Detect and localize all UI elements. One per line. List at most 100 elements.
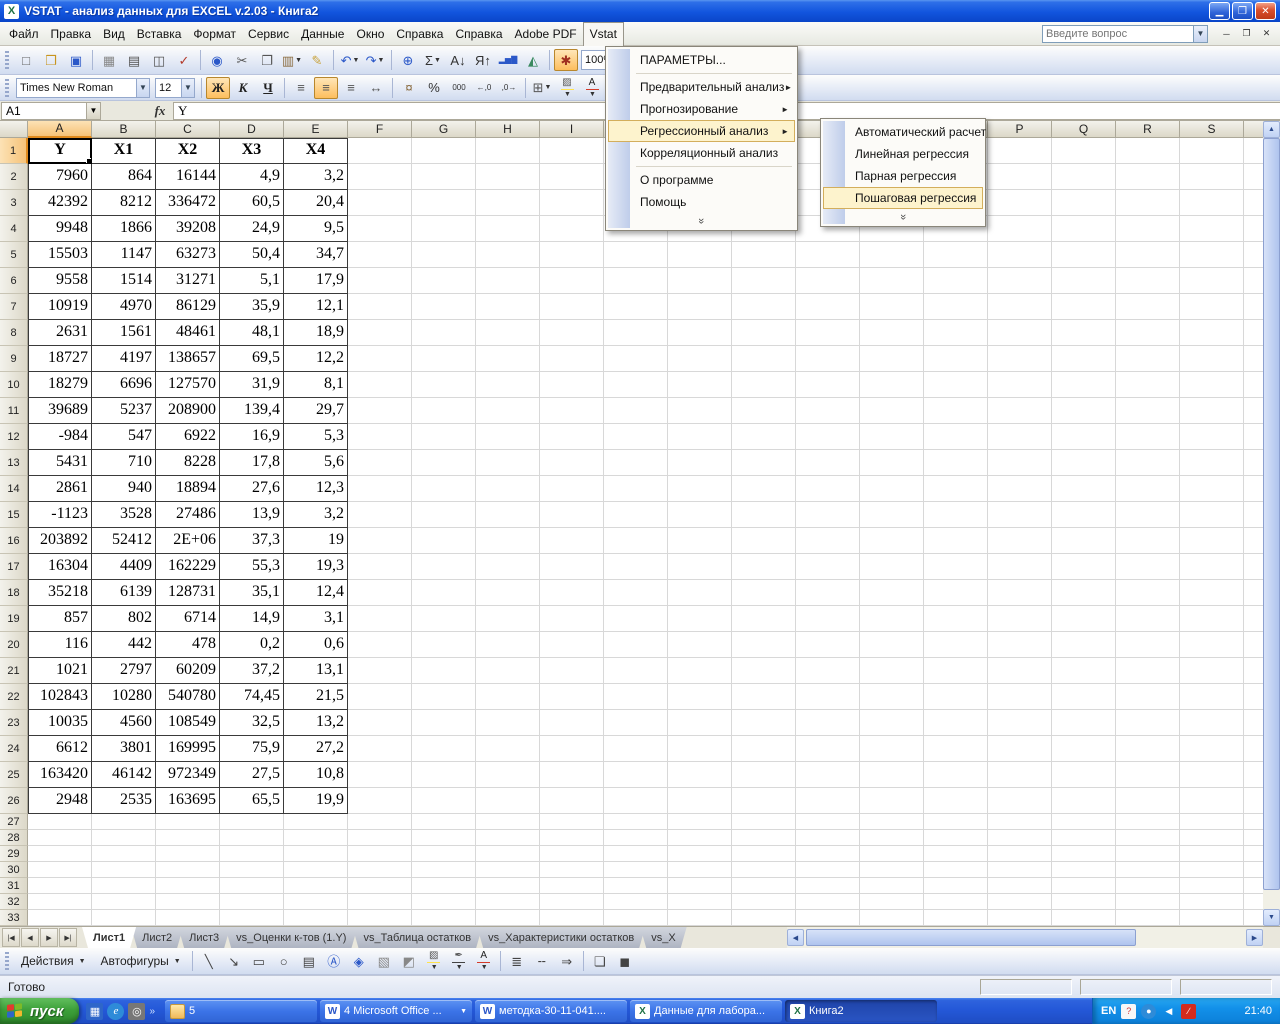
row-header-11[interactable]: 11 (0, 398, 28, 424)
column-header-P[interactable]: P (988, 121, 1052, 138)
cut-icon[interactable]: ✂ (230, 49, 254, 71)
row-header-3[interactable]: 3 (0, 190, 28, 216)
horizontal-scrollbar[interactable]: ◀ ▶ (787, 927, 1280, 948)
shadow-icon[interactable]: ❏ (588, 950, 612, 972)
cell-C20[interactable]: 478 (156, 632, 220, 658)
cell-E5[interactable]: 34,7 (284, 242, 348, 268)
cell-C22[interactable]: 540780 (156, 684, 220, 710)
cell-B17[interactable]: 4409 (92, 554, 156, 580)
cell-C11[interactable]: 208900 (156, 398, 220, 424)
cell-B12[interactable]: 547 (92, 424, 156, 450)
cell-D4[interactable]: 24,9 (220, 216, 284, 242)
cell-B11[interactable]: 5237 (92, 398, 156, 424)
sheet-tab-5[interactable]: vs_Таблица остатков (352, 927, 482, 948)
row-header-5[interactable]: 5 (0, 242, 28, 268)
cell-B22[interactable]: 10280 (92, 684, 156, 710)
cell-E18[interactable]: 12,4 (284, 580, 348, 606)
column-header-Q[interactable]: Q (1052, 121, 1116, 138)
row-header-14[interactable]: 14 (0, 476, 28, 502)
cell-C14[interactable]: 18894 (156, 476, 220, 502)
menubar-item-6[interactable]: Сервис (242, 23, 295, 45)
tray-collapse-icon[interactable]: ◀ (1161, 1004, 1176, 1019)
sheet-nav-first[interactable]: |◀ (2, 928, 20, 947)
toolbar-grip[interactable] (5, 952, 9, 970)
cell-B10[interactable]: 6696 (92, 372, 156, 398)
cell-D22[interactable]: 74,45 (220, 684, 284, 710)
column-header-H[interactable]: H (476, 121, 540, 138)
sheet-tab-6[interactable]: vs_Характеристики остатков (477, 927, 645, 948)
cell-A8[interactable]: 2631 (28, 320, 92, 346)
cell-B25[interactable]: 46142 (92, 762, 156, 788)
row-header-19[interactable]: 19 (0, 606, 28, 632)
cell-A23[interactable]: 10035 (28, 710, 92, 736)
question-input[interactable] (1042, 24, 1194, 43)
autosum-icon[interactable]: Σ ▼ (421, 49, 445, 71)
format-painter-icon[interactable]: ✎ (305, 49, 329, 71)
cell-C18[interactable]: 128731 (156, 580, 220, 606)
cell-E24[interactable]: 27,2 (284, 736, 348, 762)
cell-E19[interactable]: 3,1 (284, 606, 348, 632)
column-header-S[interactable]: S (1180, 121, 1244, 138)
save-icon[interactable]: ▣ (64, 49, 88, 71)
column-header-R[interactable]: R (1116, 121, 1180, 138)
decrease-decimal-icon[interactable]: ,0→ (497, 77, 521, 99)
cell-E7[interactable]: 12,1 (284, 294, 348, 320)
show-desktop-icon[interactable]: ▦ (86, 1002, 104, 1020)
cell-A9[interactable]: 18727 (28, 346, 92, 372)
cell-D23[interactable]: 32,5 (220, 710, 284, 736)
cell-C23[interactable]: 108549 (156, 710, 220, 736)
chevron-down-icon[interactable]: ▼ (1194, 24, 1208, 43)
sheet-nav-next[interactable]: ▶ (40, 928, 58, 947)
cell-C12[interactable]: 6922 (156, 424, 220, 450)
redo-icon[interactable]: ↷ ▼ (363, 49, 387, 71)
cell-A5[interactable]: 15503 (28, 242, 92, 268)
cell-D15[interactable]: 13,9 (220, 502, 284, 528)
scroll-down-button[interactable]: ▼ (1263, 909, 1280, 926)
cell-E9[interactable]: 12,2 (284, 346, 348, 372)
cell-A2[interactable]: 7960 (28, 164, 92, 190)
cell-C25[interactable]: 972349 (156, 762, 220, 788)
cell-E22[interactable]: 21,5 (284, 684, 348, 710)
column-header-G[interactable]: G (412, 121, 476, 138)
scroll-up-button[interactable]: ▲ (1263, 121, 1280, 138)
cell-A14[interactable]: 2861 (28, 476, 92, 502)
row-header-25[interactable]: 25 (0, 762, 28, 788)
column-header-E[interactable]: E (284, 121, 348, 138)
cell-E21[interactable]: 13,1 (284, 658, 348, 684)
row-header-17[interactable]: 17 (0, 554, 28, 580)
cell-C15[interactable]: 27486 (156, 502, 220, 528)
cell-E6[interactable]: 17,9 (284, 268, 348, 294)
cell-C13[interactable]: 8228 (156, 450, 220, 476)
language-indicator[interactable]: EN (1101, 1005, 1116, 1017)
cell-E3[interactable]: 20,4 (284, 190, 348, 216)
sheet-tab-1[interactable]: Лист1 (82, 927, 136, 948)
wordart-icon[interactable]: Ⓐ (322, 950, 346, 972)
row-header-7[interactable]: 7 (0, 294, 28, 320)
sheet-nav-last[interactable]: ▶| (59, 928, 77, 947)
cell-C6[interactable]: 31271 (156, 268, 220, 294)
row-header-6[interactable]: 6 (0, 268, 28, 294)
cell-A18[interactable]: 35218 (28, 580, 92, 606)
vstat-menu-item-8[interactable]: О программе (608, 169, 795, 191)
menubar-item-11[interactable]: Adobe PDF (509, 23, 583, 45)
cell-A19[interactable]: 857 (28, 606, 92, 632)
column-header-D[interactable]: D (220, 121, 284, 138)
vstat-menu-item-3[interactable]: Предварительный анализ ► (608, 76, 795, 98)
cell-E13[interactable]: 5,6 (284, 450, 348, 476)
cell-B2[interactable]: 864 (92, 164, 156, 190)
cell-A26[interactable]: 2948 (28, 788, 92, 814)
align-left-icon[interactable]: ≡ (289, 77, 313, 99)
row-header-27[interactable]: 27 (0, 814, 28, 830)
internet-explorer-icon[interactable]: e (107, 1002, 125, 1020)
cell-B15[interactable]: 3528 (92, 502, 156, 528)
cell-D14[interactable]: 27,6 (220, 476, 284, 502)
cell-D24[interactable]: 75,9 (220, 736, 284, 762)
cell-C17[interactable]: 162229 (156, 554, 220, 580)
clipart-icon[interactable]: ▧ (372, 950, 396, 972)
toolbar-grip[interactable] (5, 78, 9, 97)
vstat-menu-chevron[interactable]: » (608, 213, 795, 228)
cell-B1[interactable]: X1 (92, 138, 156, 164)
insert-function-button[interactable]: fx (147, 102, 173, 120)
cell-D21[interactable]: 37,2 (220, 658, 284, 684)
select-all-corner[interactable] (0, 121, 28, 138)
